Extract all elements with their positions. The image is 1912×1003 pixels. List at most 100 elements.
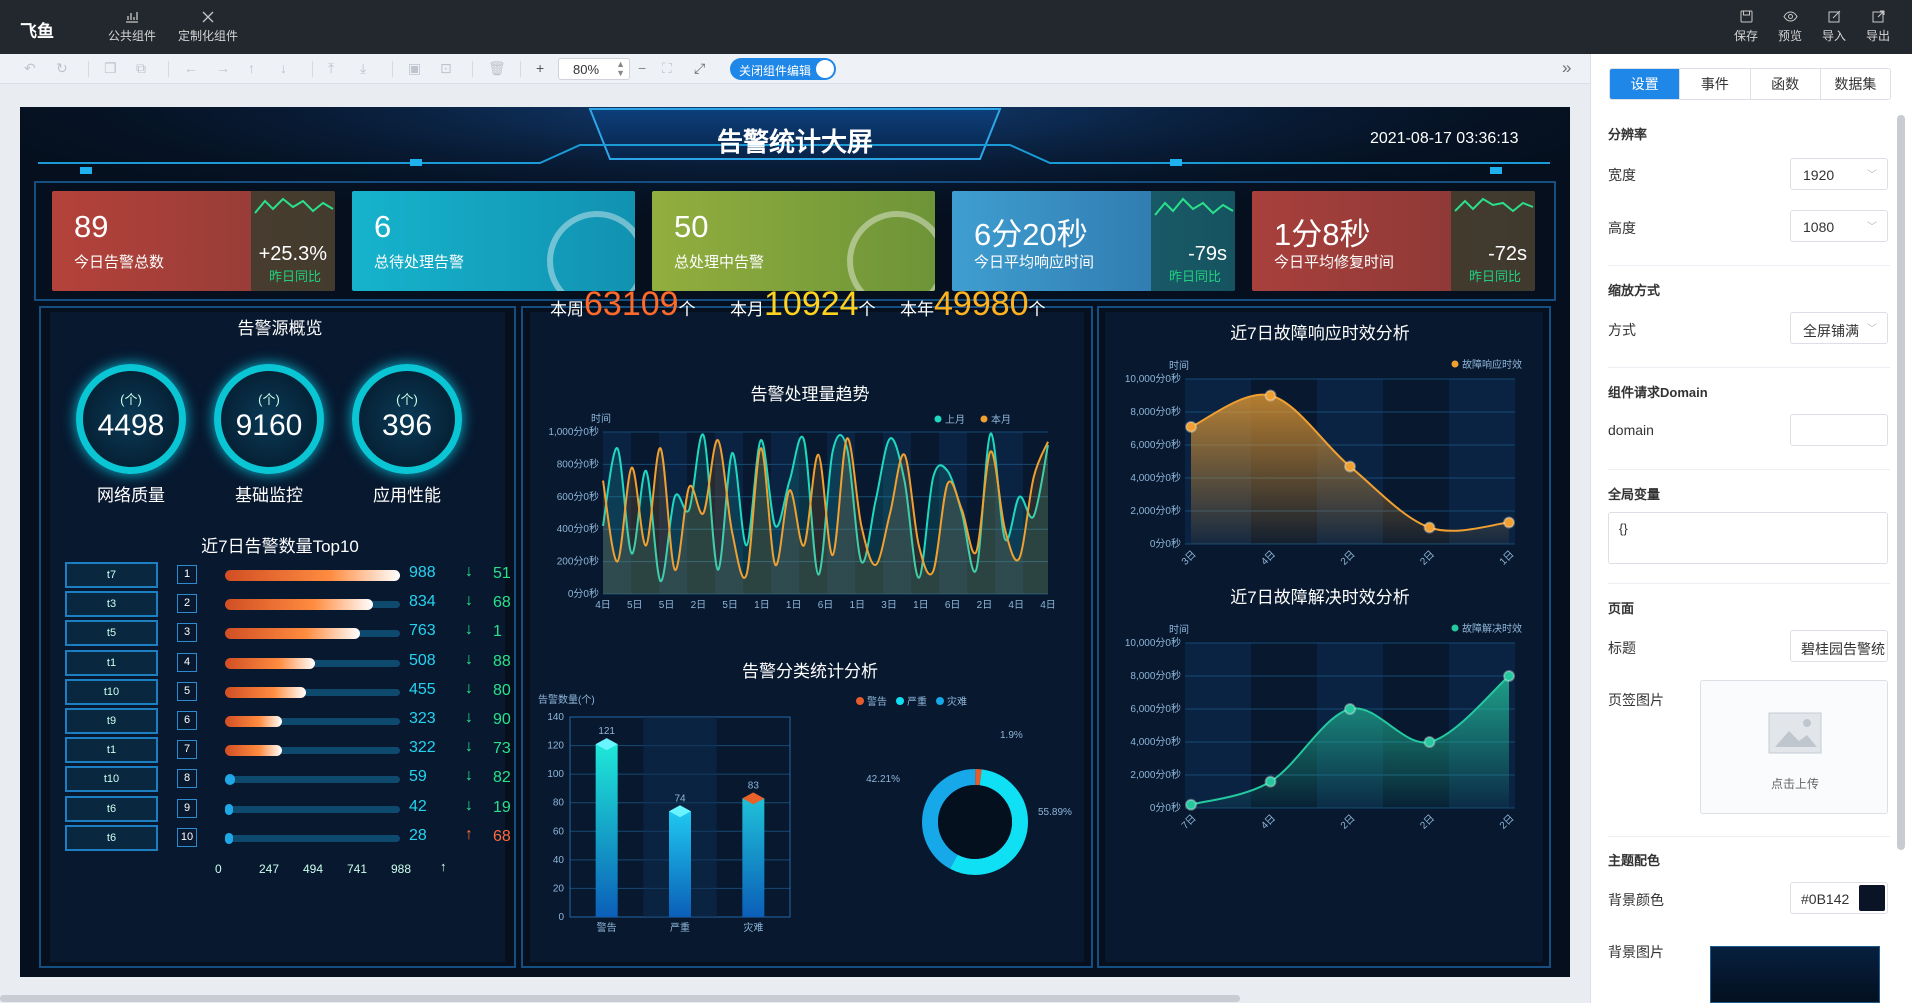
tab-image-upload[interactable]: 点击上传 xyxy=(1700,680,1888,814)
save-button[interactable]: 保存 xyxy=(1734,10,1758,44)
color-swatch[interactable] xyxy=(1859,885,1885,911)
top10-row: t3 2 834 ↓ 68 xyxy=(65,591,511,618)
axis-arrow-icon: ↑ xyxy=(440,859,447,874)
count-value: 322 xyxy=(409,739,436,757)
bar-fill xyxy=(225,599,373,611)
category-pie-chart: 警告 严重 灾难 1.9% 55.89% 42.21% xyxy=(856,695,1072,875)
axis-tick-label: 247 xyxy=(259,862,280,876)
data-point xyxy=(1264,389,1277,402)
tab-functions[interactable]: 函数 xyxy=(1749,69,1820,99)
title-input[interactable]: 碧桂园告警统 xyxy=(1790,630,1888,662)
data-point xyxy=(1185,798,1197,811)
zoom-input[interactable]: 80% ▲ ▼ xyxy=(558,58,630,80)
arrow-up-icon[interactable]: ↑ xyxy=(248,60,255,76)
delta-value: 90 xyxy=(493,711,511,728)
scale-mode-select[interactable]: 全屏铺满 ﹀ xyxy=(1790,312,1888,344)
delete-icon[interactable]: 🗑 xyxy=(488,60,506,77)
ungroup-icon[interactable]: ⊡ xyxy=(440,60,452,77)
bar-fill xyxy=(225,832,233,844)
export-button[interactable]: 导出 xyxy=(1866,10,1890,44)
y-tick-label: 4,000分0秒 xyxy=(1130,471,1181,484)
screen-datetime: 2021-08-17 03:36:13 xyxy=(1370,130,1519,147)
public-components-button[interactable]: 公共组件 xyxy=(108,10,156,44)
domain-label: domain xyxy=(1608,422,1654,438)
top10-title: 近7日告警数量Top10 xyxy=(201,537,359,556)
kpi-change: +25.3% xyxy=(258,243,327,265)
paste-icon[interactable]: ⧉ xyxy=(136,60,146,77)
fit-screen-icon[interactable]: ⛶ xyxy=(662,60,672,77)
count-value: 763 xyxy=(409,622,436,640)
tab-settings[interactable]: 设置 xyxy=(1610,69,1680,99)
x-tick-label: 1日 xyxy=(754,600,770,611)
collapse-panel-icon[interactable]: » xyxy=(1562,58,1571,78)
bar-fill xyxy=(225,628,361,640)
global-vars-textarea[interactable]: {} xyxy=(1608,512,1888,564)
preview-button[interactable]: 预览 xyxy=(1778,10,1802,44)
fullscreen-icon[interactable]: ⤢ xyxy=(694,60,705,77)
host-tag: t6 xyxy=(65,824,158,851)
arrow-down-icon: ↓ xyxy=(465,796,473,814)
copy-icon[interactable]: ❐ xyxy=(104,60,117,77)
canvas-scrollbar[interactable] xyxy=(0,995,1240,1002)
bg-image-preview[interactable] xyxy=(1710,946,1880,1003)
stepper-icon[interactable]: ▲ ▼ xyxy=(616,60,625,78)
rank-badge: 6 xyxy=(177,711,197,730)
zoom-out-icon[interactable]: − xyxy=(638,60,646,76)
y-tick-label: 2,000分0秒 xyxy=(1130,768,1181,781)
sparkline-icon xyxy=(1454,197,1534,213)
delta-value: 51 xyxy=(493,565,511,582)
y-tick-label: 10,000分0秒 xyxy=(1125,636,1181,649)
align-bottom-icon[interactable]: ⤓ xyxy=(360,60,366,77)
host-tag: t1 xyxy=(65,649,158,676)
y-tick-label: 200分0秒 xyxy=(557,555,599,568)
undo-icon[interactable]: ↶ xyxy=(24,60,36,77)
legend-dot xyxy=(934,415,942,423)
import-button[interactable]: 导入 xyxy=(1822,10,1846,44)
height-select[interactable]: 1080 ﹀ xyxy=(1790,210,1888,242)
arrow-left-icon[interactable]: ← xyxy=(184,60,198,76)
redo-icon[interactable]: ↻ xyxy=(56,60,68,77)
dashboard-canvas[interactable]: 告警统计大屏 2021-08-17 03:36:13 89 今日告警总数 +25… xyxy=(20,107,1570,977)
y-axis-label: 时间 xyxy=(1169,359,1189,372)
x-tick-label: 1日 xyxy=(913,600,929,611)
top10-row: t9 6 323 ↓ 90 xyxy=(65,708,511,734)
kpi-change-sub: 昨日同比 xyxy=(268,269,321,284)
component-edit-toggle[interactable]: 关闭组件编辑 xyxy=(730,58,836,80)
rank-badge: 4 xyxy=(177,652,197,672)
sparkline-icon xyxy=(1154,197,1234,216)
align-top-icon[interactable]: ⤒ xyxy=(328,60,334,77)
arrow-down-icon[interactable]: ↓ xyxy=(280,60,287,76)
y-tick-label: 6,000分0秒 xyxy=(1130,438,1181,451)
y-tick-label: 0分0秒 xyxy=(568,587,599,600)
bg-color-input[interactable]: #0B142 xyxy=(1790,882,1888,914)
width-select[interactable]: 1920 ﹀ xyxy=(1790,158,1888,190)
bg-image-label: 背景图片 xyxy=(1608,944,1664,960)
host-tag: t7 xyxy=(65,562,158,588)
x-tick-label: 2日 xyxy=(691,600,707,611)
data-point xyxy=(1423,521,1436,534)
x-tick-label: 2日 xyxy=(1339,549,1358,568)
gauge-label: 应用性能 xyxy=(373,486,441,505)
legend-dot xyxy=(896,697,904,705)
count-value: 455 xyxy=(409,680,436,698)
mode-value: 全屏铺满 xyxy=(1803,323,1859,339)
stat-value: 63109 xyxy=(584,285,679,323)
zoom-in-icon[interactable]: + xyxy=(536,60,544,76)
arrow-down-icon: ↓ xyxy=(465,650,473,668)
group-icon[interactable]: ▣ xyxy=(408,60,421,77)
top10-row: t7 1 988 ↓ 51 xyxy=(65,562,511,588)
x-tick-label: 6日 xyxy=(818,600,834,611)
tab-events[interactable]: 事件 xyxy=(1679,69,1749,99)
bar-track xyxy=(225,776,400,784)
panel-scrollbar[interactable] xyxy=(1897,115,1905,850)
kpi-change-box: -72s 昨日同比 xyxy=(1451,191,1535,291)
gauge-infra: (个) 9160 xyxy=(214,364,324,474)
axis-tick-label: 0 xyxy=(215,862,222,876)
kpi-card-total-today: 89 今日告警总数 +25.3% 昨日同比 xyxy=(52,191,335,291)
domain-input[interactable] xyxy=(1790,414,1888,446)
arrow-right-icon[interactable]: → xyxy=(216,60,230,76)
legend-label: 严重 xyxy=(907,695,927,708)
custom-components-button[interactable]: 定制化组件 xyxy=(178,10,238,44)
delta-value: 19 xyxy=(493,798,511,816)
tab-datasets[interactable]: 数据集 xyxy=(1819,69,1890,99)
